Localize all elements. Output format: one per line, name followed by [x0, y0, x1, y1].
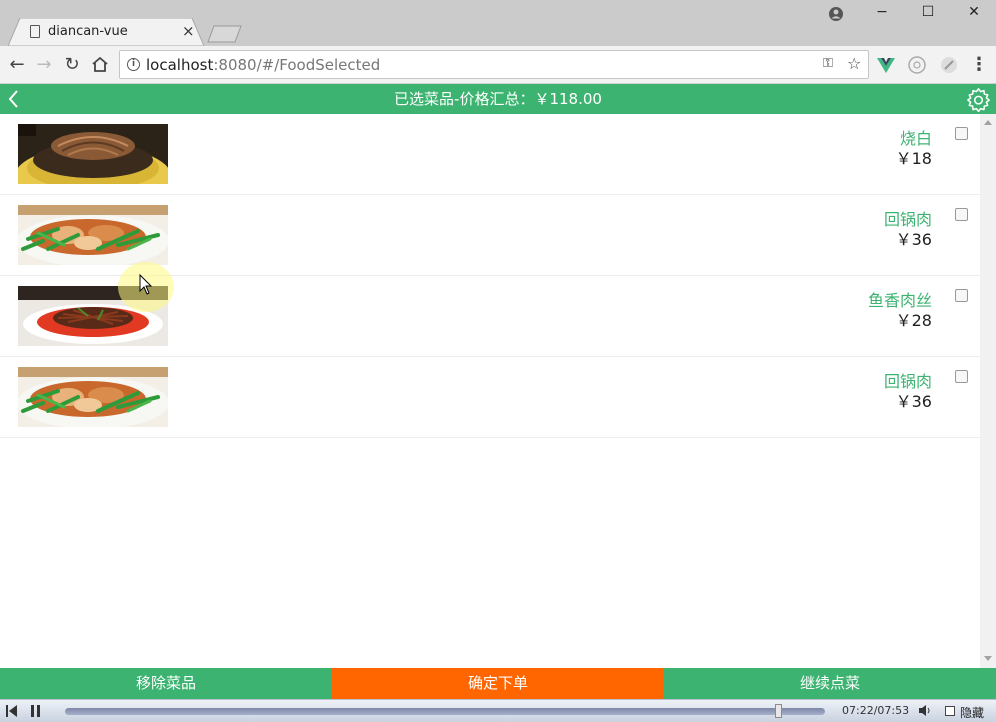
food-price: ￥36	[895, 392, 932, 411]
confirm-order-button[interactable]: 确定下单	[332, 668, 664, 699]
extension-icon-2[interactable]	[939, 55, 959, 75]
select-checkbox[interactable]	[955, 370, 968, 383]
page-title: 已选菜品-价格汇总：￥118.00	[394, 90, 602, 108]
tab-title: diancan-vue	[48, 24, 128, 39]
maximize-button[interactable]: ☐	[910, 4, 946, 24]
menu-dots-icon[interactable]: ⋮	[968, 54, 990, 76]
playback-time: 07:22/07:53	[842, 704, 910, 717]
home-icon[interactable]	[91, 56, 109, 73]
progress-handle[interactable]	[775, 704, 782, 718]
extension-icon[interactable]	[907, 55, 927, 75]
skip-back-icon[interactable]	[6, 705, 18, 717]
action-bar: 移除菜品 确定下单 继续点菜	[0, 668, 996, 699]
forward-arrow-icon[interactable]: →	[33, 54, 55, 76]
browser-tab[interactable]: diancan-vue ×	[8, 18, 204, 46]
food-price: ￥28	[895, 311, 932, 330]
reload-icon[interactable]: ↻	[61, 54, 83, 76]
hide-label: 隐藏	[960, 706, 985, 720]
food-price: ￥36	[895, 230, 932, 249]
close-window-button[interactable]: ✕	[956, 4, 992, 24]
food-price: ￥18	[895, 149, 932, 168]
mouse-pointer-icon	[139, 274, 153, 295]
url-text[interactable]: localhost:8080/#/FoodSelected	[146, 56, 380, 74]
browser-toolbar: ← → ↻ i localhost:8080/#/FoodSelected ⚿ …	[0, 46, 996, 84]
new-tab-button[interactable]	[207, 25, 243, 43]
app-header: 已选菜品-价格汇总：￥118.00	[0, 84, 996, 114]
scroll-up-icon[interactable]	[984, 120, 992, 125]
hide-checkbox[interactable]	[945, 706, 955, 716]
site-info-icon[interactable]: i	[127, 58, 140, 71]
vue-devtools-icon[interactable]	[876, 55, 896, 75]
browser-titlebar: diancan-vue × − ☐ ✕	[0, 0, 996, 46]
address-bar[interactable]: i localhost:8080/#/FoodSelected ⚿ ☆	[119, 50, 869, 79]
select-checkbox[interactable]	[955, 127, 968, 140]
video-player-bar: 07:22/07:53 隐藏	[0, 699, 996, 722]
bookmark-star-icon[interactable]: ☆	[847, 54, 861, 73]
pause-icon[interactable]	[30, 705, 42, 717]
document-icon	[30, 25, 40, 38]
gear-icon[interactable]	[966, 87, 991, 112]
food-image-shaobai	[18, 124, 168, 184]
back-arrow-icon[interactable]: ←	[6, 54, 28, 76]
profile-icon[interactable]	[829, 7, 843, 21]
food-image-huiguorou	[18, 367, 168, 427]
food-image-huiguorou	[18, 205, 168, 265]
minimize-button[interactable]: −	[864, 4, 900, 24]
scroll-down-icon[interactable]	[984, 656, 992, 661]
continue-ordering-button[interactable]: 继续点菜	[664, 668, 996, 699]
key-icon[interactable]: ⚿	[823, 56, 833, 71]
tab-close-icon[interactable]: ×	[182, 22, 195, 40]
list-item: 烧白 ￥18	[0, 114, 980, 195]
select-checkbox[interactable]	[955, 289, 968, 302]
vertical-scrollbar[interactable]	[980, 114, 996, 668]
remove-dish-button[interactable]: 移除菜品	[0, 668, 332, 699]
volume-icon[interactable]	[918, 704, 932, 717]
select-checkbox[interactable]	[955, 208, 968, 221]
progress-track[interactable]	[65, 708, 825, 715]
list-item: 回锅肉 ￥36	[0, 357, 980, 438]
